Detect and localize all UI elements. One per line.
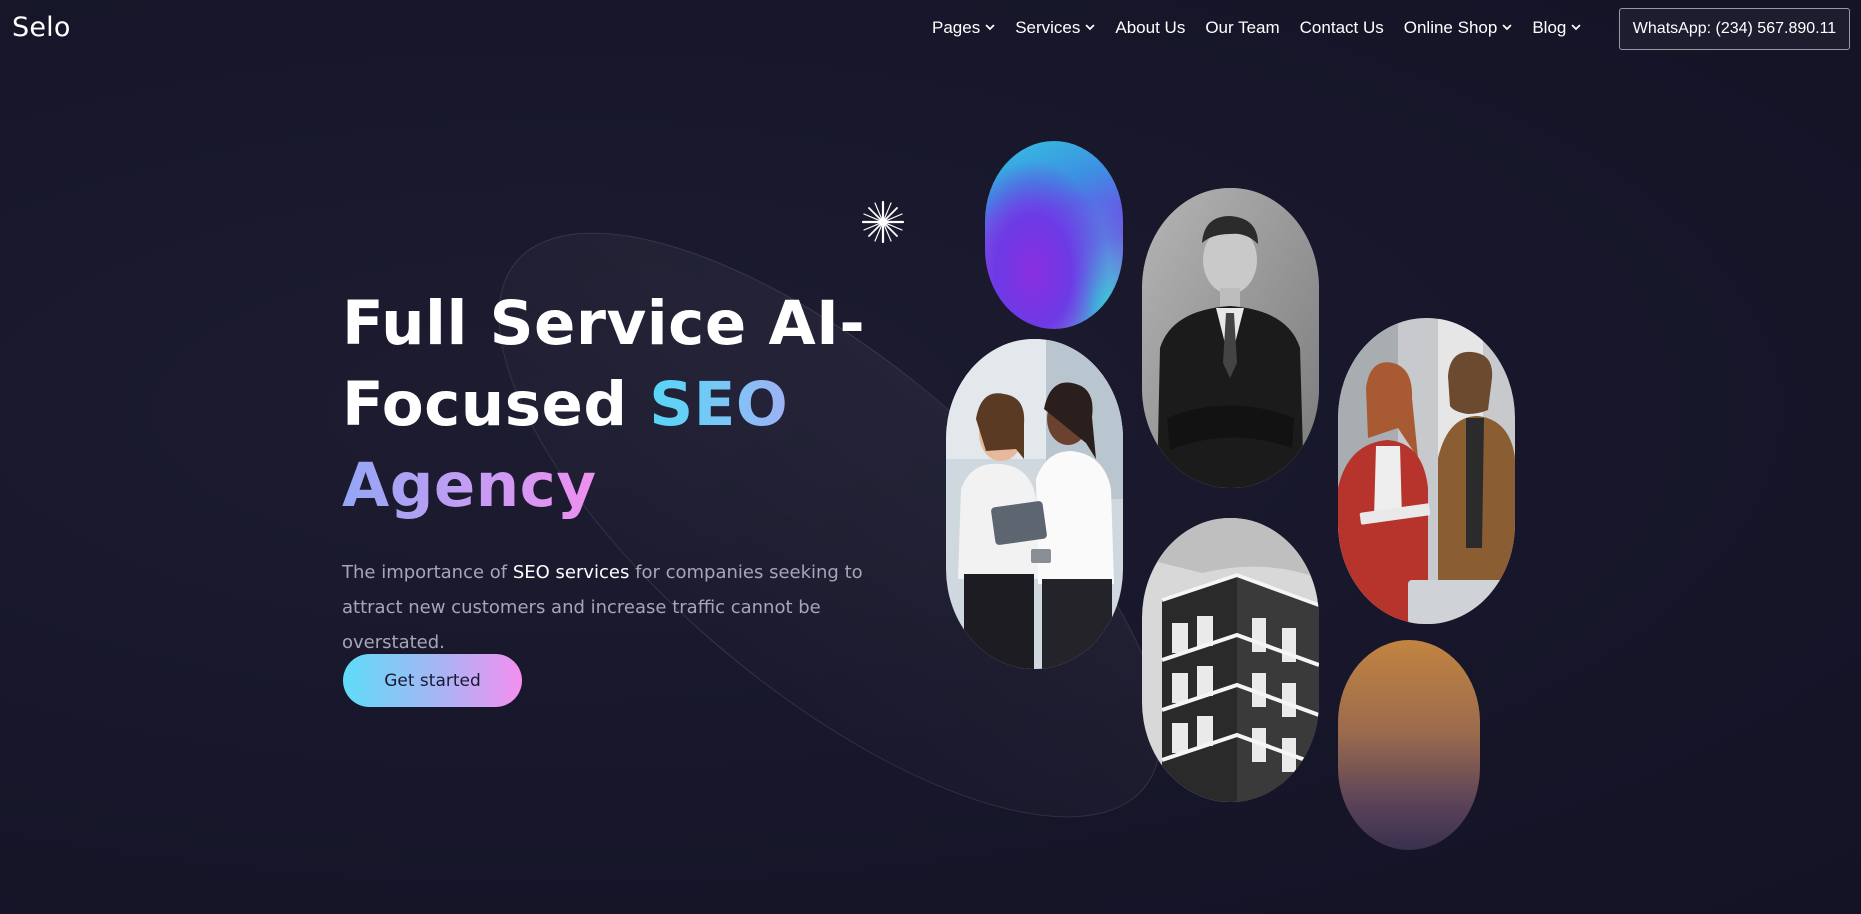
description-text: The importance of (342, 562, 513, 583)
nav-item-blog[interactable]: Blog (1532, 18, 1581, 38)
hero-description: The importance of SEO services for compa… (342, 555, 922, 660)
headline-line-1: Full Service AI- (342, 288, 866, 359)
nav-item-label: Pages (932, 18, 981, 37)
nav-item-label: Online Shop (1403, 18, 1498, 37)
nav-item-about-us[interactable]: About Us (1115, 18, 1185, 38)
nav-item-contact-us[interactable]: Contact Us (1300, 18, 1384, 38)
gradient-blob-purple (985, 141, 1123, 329)
nav-item-label: Our Team (1205, 18, 1280, 37)
nav-item-label: Services (1015, 18, 1081, 37)
nav-item-label: Blog (1532, 18, 1567, 37)
whatsapp-button[interactable]: WhatsApp: (234) 567.890.11 (1619, 8, 1850, 50)
nav-item-online-shop[interactable]: Online Shop (1404, 18, 1513, 38)
chevron-down-icon (1086, 24, 1095, 31)
top-navbar: Selo Pages Services About Us Our Team Contac… (0, 0, 1861, 58)
main-menu: Pages Services About Us Our Team Contact Us O… (932, 18, 1601, 38)
nav-item-our-team[interactable]: Our Team (1205, 18, 1279, 38)
photo-businessman (1142, 188, 1319, 488)
sparkle-icon (861, 200, 905, 244)
photo-building (1142, 518, 1319, 802)
gradient-blob-orange (1338, 640, 1480, 850)
hero-headline: Full Service AI- Focused SEO Agency (342, 283, 942, 526)
nav-item-label: About Us (1115, 18, 1186, 37)
nav-item-services[interactable]: Services (1015, 18, 1095, 38)
brand-logo[interactable]: Selo (12, 12, 71, 43)
get-started-button[interactable]: Get started (343, 654, 522, 707)
nav-item-label: Contact Us (1299, 18, 1384, 37)
chevron-down-icon (1572, 24, 1581, 31)
nav-item-pages[interactable]: Pages (932, 18, 995, 38)
headline-accent-agency: Agency (342, 450, 597, 521)
headline-accent-seo: SEO (649, 369, 789, 440)
chevron-down-icon (1502, 24, 1512, 31)
description-highlight: SEO services (512, 562, 630, 583)
photo-two-women-tablet (946, 339, 1123, 669)
headline-line-2: Focused (342, 369, 650, 440)
photo-coworkers (1338, 318, 1515, 624)
chevron-down-icon (985, 24, 995, 31)
